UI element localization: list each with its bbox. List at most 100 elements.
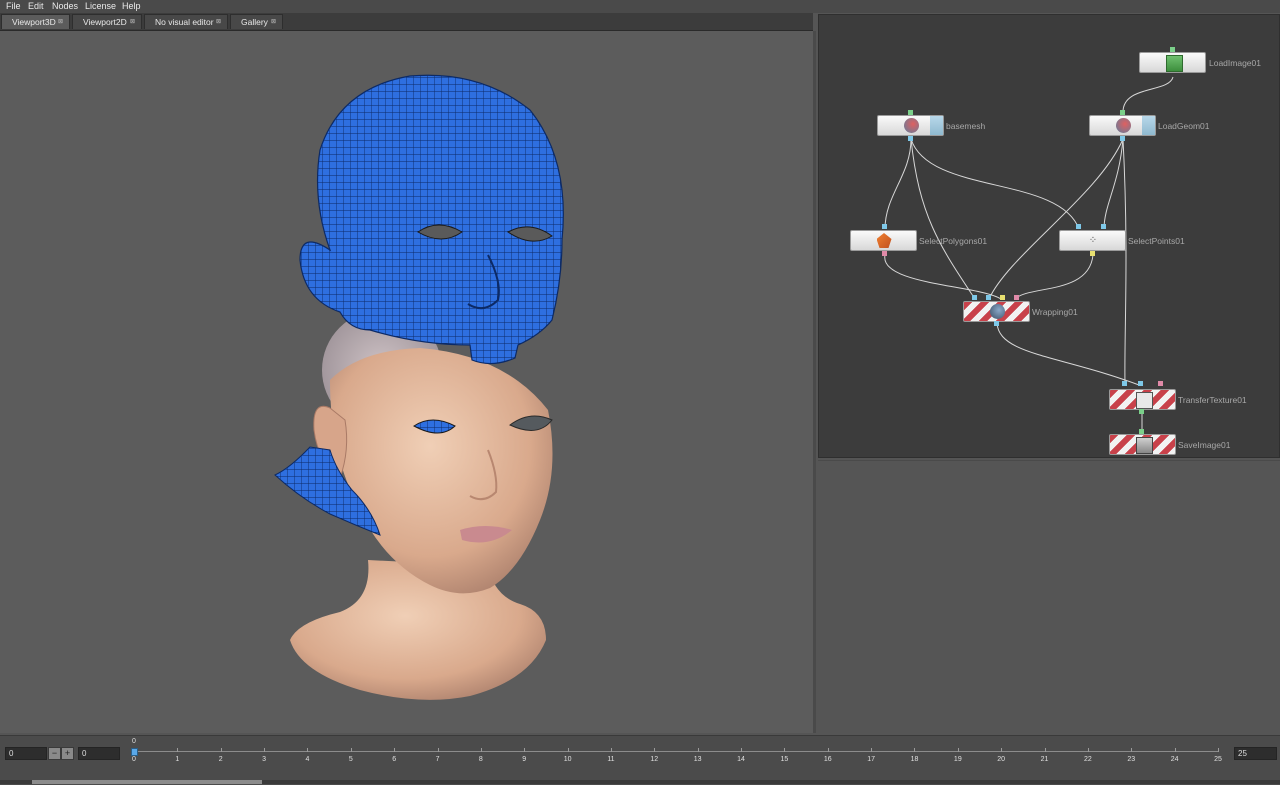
node-loadimage[interactable] <box>1139 52 1206 73</box>
tab-close-icon[interactable]: ⊠ <box>271 15 276 29</box>
port[interactable] <box>1158 381 1163 386</box>
menu-bar: File Edit Nodes License Help <box>0 0 1280 13</box>
port[interactable] <box>1138 381 1143 386</box>
port[interactable] <box>1014 295 1019 300</box>
tab-close-icon[interactable]: ⊠ <box>58 15 63 29</box>
timeline-tick <box>957 748 959 752</box>
node-basemesh[interactable] <box>877 115 944 136</box>
node-selectpolygons[interactable] <box>850 230 917 251</box>
timeline-tick <box>871 748 873 752</box>
timeline-tick-label: 10 <box>563 756 572 763</box>
port[interactable] <box>1139 409 1144 414</box>
timeline-tick-label: 11 <box>607 756 615 763</box>
timeline-tick <box>1174 748 1176 752</box>
menu-file[interactable]: File <box>6 1 21 11</box>
node-endcap <box>1142 116 1155 135</box>
timeline-tick-label: 21 <box>1040 756 1049 763</box>
tab-label: No visual editor <box>155 17 214 27</box>
timeline-tick-label: 7 <box>435 756 440 763</box>
tab-close-icon[interactable]: ⊠ <box>216 15 221 29</box>
timeline-tick-label: 20 <box>997 756 1006 763</box>
port[interactable] <box>1101 224 1106 229</box>
timeline-tick-label: 5 <box>348 756 353 763</box>
timeline-tick-label: 4 <box>305 756 310 763</box>
wrap-icon <box>989 304 1005 319</box>
port[interactable] <box>1090 251 1095 256</box>
timeline-tick <box>610 748 612 752</box>
timeline-tick <box>264 748 266 752</box>
tab-no-visual-editor[interactable]: No visual editor ⊠ <box>144 14 228 29</box>
port[interactable] <box>908 136 913 141</box>
tab-viewport2d[interactable]: Viewport2D ⊠ <box>72 14 142 29</box>
node-graph-panel[interactable]: LoadImage01 basemesh LoadGeom01 SelectPo… <box>818 14 1280 458</box>
timeline-tick-label: 24 <box>1170 756 1179 763</box>
node-label-loadimage: LoadImage01 <box>1209 58 1261 68</box>
port[interactable] <box>1076 224 1081 229</box>
select-polygons-icon <box>876 233 892 248</box>
node-loadgeom[interactable] <box>1089 115 1156 136</box>
timeline-tick-label: 0 <box>132 756 136 763</box>
node-label-selectpoints: SelectPoints01 <box>1128 236 1185 246</box>
tab-label: Viewport3D <box>12 17 56 27</box>
timeline-tick <box>350 748 352 752</box>
node-saveimage[interactable] <box>1109 434 1176 455</box>
port[interactable] <box>882 224 887 229</box>
port[interactable] <box>882 251 887 256</box>
scrollbar-thumb[interactable] <box>32 780 262 784</box>
timeline-tick <box>697 748 699 752</box>
timeline-bar: 0 − + 0 0 1 2 3 4 5 6 7 8 9 10 11 12 13 14 15 16 17 18 19 20… <box>0 735 1280 785</box>
end-frame-field[interactable]: 25 <box>1234 747 1277 760</box>
node-transfertexture[interactable] <box>1109 389 1176 410</box>
timeline-tick <box>827 748 829 752</box>
tab-viewport3d[interactable]: Viewport3D ⊠ <box>1 14 70 29</box>
timeline-tick <box>437 748 439 752</box>
timeline-tick <box>1044 748 1046 752</box>
port[interactable] <box>986 295 991 300</box>
timeline-tick <box>1218 748 1219 752</box>
node-endcap <box>930 116 943 135</box>
port[interactable] <box>972 295 977 300</box>
port[interactable] <box>1000 295 1005 300</box>
node-label-selectpolygons: SelectPolygons01 <box>919 236 988 246</box>
menu-help[interactable]: Help <box>122 1 141 11</box>
tab-gallery[interactable]: Gallery ⊠ <box>230 14 283 29</box>
timeline-tick-label: 12 <box>650 756 659 763</box>
timeline-tick <box>784 748 786 752</box>
status-strip <box>0 780 1280 784</box>
node-wrapping[interactable] <box>963 301 1030 322</box>
properties-panel <box>818 460 1280 734</box>
timeline-tick <box>741 748 743 752</box>
image-icon <box>1165 55 1183 72</box>
timeline-tick <box>567 748 569 752</box>
port[interactable] <box>994 321 999 326</box>
port[interactable] <box>1122 381 1127 386</box>
mesh-icon <box>1115 118 1131 133</box>
node-selectpoints[interactable]: ⁘ <box>1059 230 1126 251</box>
node-label-transfertexture: TransferTexture01 <box>1178 395 1247 405</box>
node-label-loadgeom: LoadGeom01 <box>1158 121 1210 131</box>
timeline-tick <box>307 748 309 752</box>
timeline-tick-label: 18 <box>910 756 919 763</box>
node-label-wrapping: Wrapping01 <box>1032 307 1078 317</box>
menu-nodes[interactable]: Nodes <box>52 1 78 11</box>
timeline-tick-label: 2 <box>218 756 223 763</box>
timeline-tick-label: 14 <box>737 756 745 763</box>
timeline-tick <box>1087 748 1089 752</box>
mesh-icon <box>903 118 919 133</box>
timeline-tick-label: 23 <box>1127 756 1136 763</box>
menu-edit[interactable]: Edit <box>28 1 44 11</box>
tab-label: Gallery <box>241 17 268 27</box>
timeline-tick-label: 17 <box>867 756 875 763</box>
viewport-tab-bar: Viewport3D ⊠ Viewport2D ⊠ No visual edit… <box>0 13 813 31</box>
playhead-handle[interactable] <box>131 748 138 756</box>
timeline-ticks: 0 1 2 3 4 5 6 7 8 9 10 11 12 13 14 15 16 17 18 19 20 21 22 23 24… <box>0 736 1280 785</box>
port[interactable] <box>1120 136 1125 141</box>
tab-close-icon[interactable]: ⊠ <box>130 15 135 29</box>
timeline-tick-label: 16 <box>823 756 832 763</box>
viewport-3d[interactable] <box>0 31 816 733</box>
timeline-tick-label: 1 <box>175 756 180 763</box>
timeline-tick-label: 19 <box>953 756 962 763</box>
timeline-tick-label: 13 <box>693 756 702 763</box>
timeline-tick <box>654 748 656 752</box>
menu-license[interactable]: License <box>85 1 116 11</box>
